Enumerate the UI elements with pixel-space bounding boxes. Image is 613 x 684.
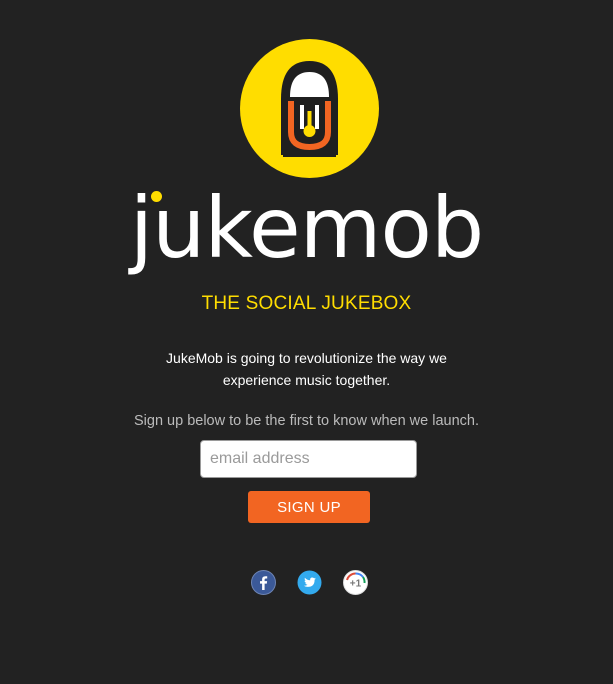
email-input[interactable] (200, 440, 417, 478)
wordmark-dot-icon (151, 191, 162, 202)
description-text: JukeMob is going to revolutionize the wa… (166, 350, 447, 388)
twitter-icon[interactable] (297, 570, 322, 595)
google-plus-icon[interactable]: +1 (343, 570, 368, 595)
signup-prompt: Sign up below to be the first to know wh… (134, 413, 479, 429)
google-plus-label: +1 (350, 579, 362, 590)
facebook-icon[interactable] (251, 570, 276, 595)
brand-wordmark: jukemob (129, 179, 484, 277)
tagline: THE SOCIAL JUKEBOX (201, 293, 412, 314)
landing-page: jukemob THE SOCIAL JUKEBOX JukeMob is go… (0, 0, 613, 684)
jukebox-logo-icon (240, 39, 379, 178)
signup-button[interactable]: SIGN UP (248, 491, 370, 523)
